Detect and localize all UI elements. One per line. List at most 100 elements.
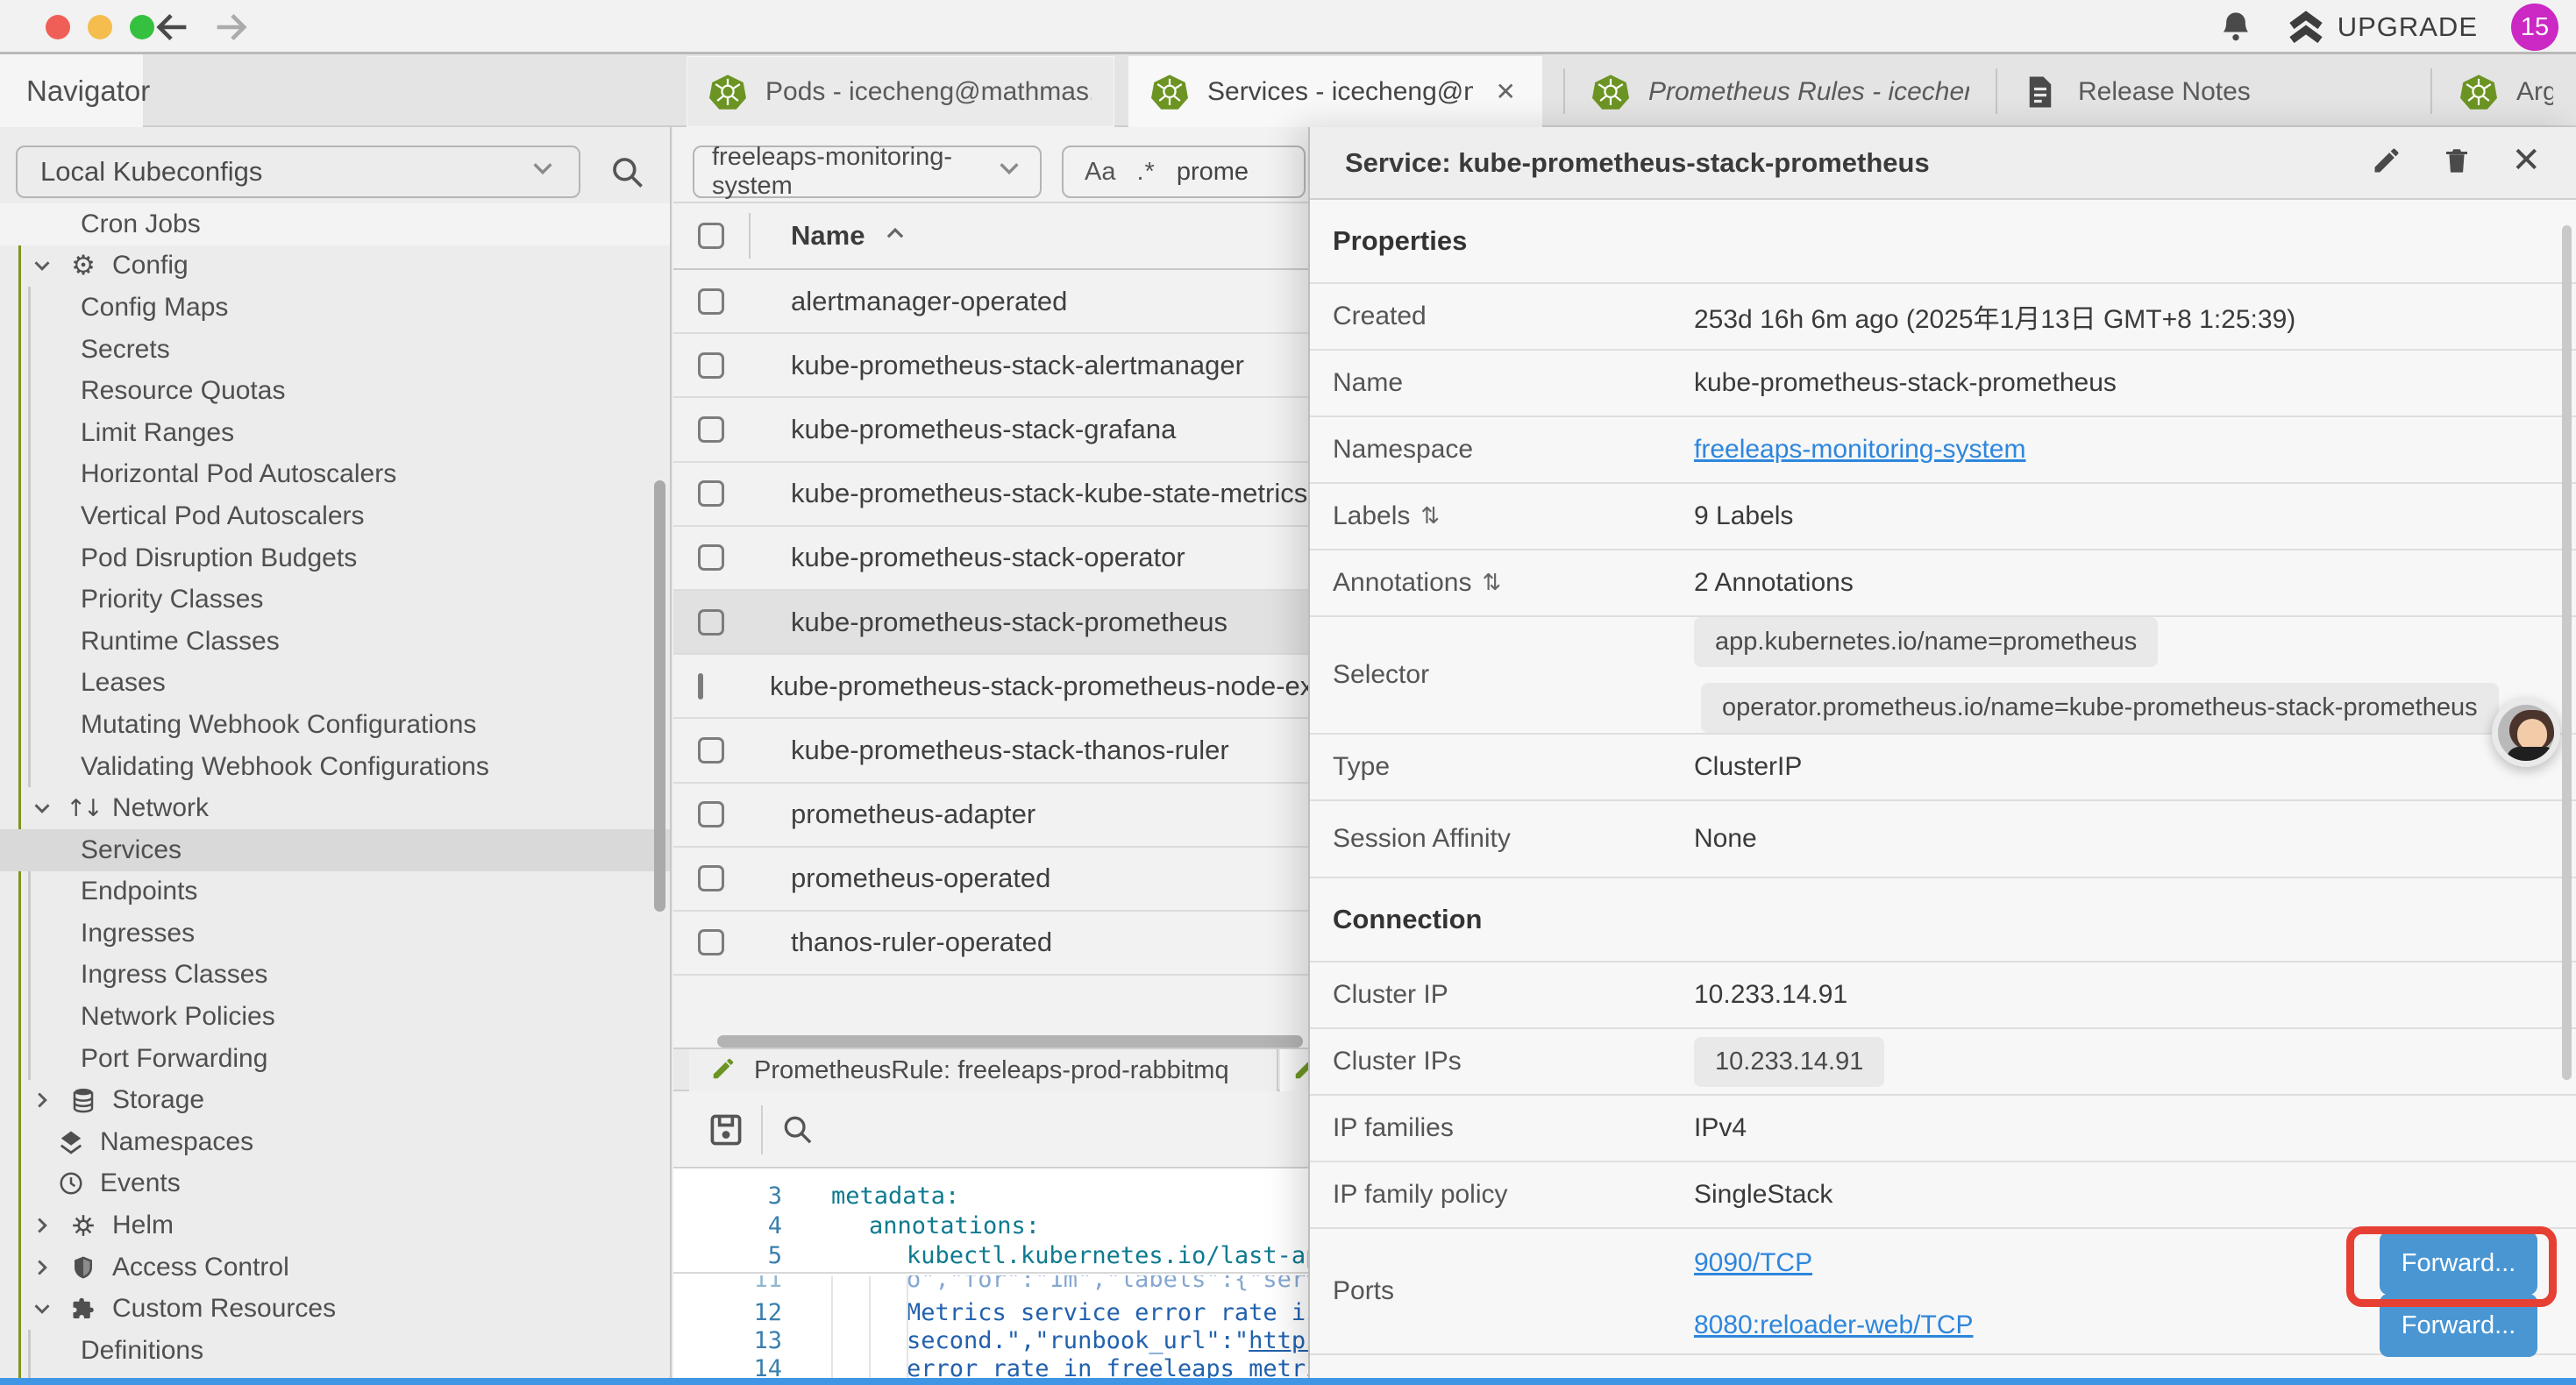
- sidebar-scrollbar[interactable]: [654, 480, 665, 912]
- sidebar-item-secrets[interactable]: Secrets: [0, 329, 672, 371]
- select-all-checkbox[interactable]: [698, 223, 724, 249]
- match-case-toggle[interactable]: Aa: [1085, 158, 1115, 187]
- sort-updown-icon[interactable]: ⇅: [1420, 503, 1440, 529]
- search-icon[interactable]: [608, 153, 647, 192]
- sidebar-item-custom-resources[interactable]: Custom Resources: [0, 1288, 672, 1330]
- tab-argo-se[interactable]: Argo Se: [2437, 56, 2576, 127]
- row-checkbox[interactable]: [698, 544, 724, 571]
- row-checkbox[interactable]: [698, 929, 724, 955]
- sidebar-item-namespaces[interactable]: Namespaces: [0, 1121, 672, 1163]
- table-row-thanos-ruler-operated[interactable]: thanos-ruler-operated: [673, 912, 1308, 976]
- table-row-prometheus-operated[interactable]: prometheus-operated: [673, 848, 1308, 912]
- row-checkbox[interactable]: [698, 352, 724, 379]
- upgrade-button[interactable]: UPGRADE: [2287, 11, 2478, 44]
- forward-icon[interactable]: [210, 7, 251, 47]
- row-checkbox[interactable]: [698, 737, 724, 764]
- sidebar-item-ingresses[interactable]: Ingresses: [0, 913, 672, 955]
- sidebar-item-endpoints[interactable]: Endpoints: [0, 871, 672, 913]
- sidebar-item-access-control[interactable]: Access Control: [0, 1246, 672, 1289]
- list-search-input[interactable]: Aa .* prome: [1062, 146, 1306, 198]
- chevron-right-icon[interactable]: [32, 1090, 54, 1111]
- row-checkbox[interactable]: [698, 609, 724, 636]
- sidebar-item-config[interactable]: ⚙Config: [0, 245, 672, 288]
- delete-trash-icon[interactable]: [2441, 145, 2473, 181]
- sidebar-item-network-policies[interactable]: Network Policies: [0, 996, 672, 1038]
- tab-release-notes[interactable]: Release Notes: [1999, 56, 2427, 127]
- sidebar-item-storage[interactable]: Storage: [0, 1079, 672, 1121]
- table-row-kube-prometheus-stack-thanos-ruler[interactable]: kube-prometheus-stack-thanos-ruler: [673, 719, 1308, 783]
- sidebar-item-leases[interactable]: Leases: [0, 663, 672, 705]
- detail-scrollbar[interactable]: [2562, 225, 2572, 1080]
- regex-toggle[interactable]: .*: [1136, 158, 1155, 187]
- table-row-kube-prometheus-stack-prometheus-node-ex[interactable]: kube-prometheus-stack-prometheus-node-ex…: [673, 655, 1308, 719]
- sidebar-item-runtime-classes[interactable]: Runtime Classes: [0, 621, 672, 663]
- save-icon[interactable]: [707, 1111, 745, 1149]
- yaml-editor[interactable]: 3metadata:4annotations:5kubectl.kubernet…: [673, 1168, 1308, 1378]
- table-row-prometheus-adapter[interactable]: prometheus-adapter: [673, 784, 1308, 848]
- kubeconfig-selector[interactable]: Local Kubeconfigs: [16, 146, 580, 198]
- editor-search-icon[interactable]: [780, 1112, 815, 1147]
- back-icon[interactable]: [153, 7, 193, 47]
- detail-label: Ports: [1333, 1276, 1694, 1306]
- edit-pencil-icon[interactable]: [2371, 145, 2402, 181]
- sidebar-item-definitions[interactable]: Definitions: [0, 1330, 672, 1372]
- chevron-right-icon[interactable]: [32, 1257, 54, 1278]
- tab-pods-icecheng-mathmas[interactable]: Pods - icecheng@mathmas...: [687, 56, 1114, 127]
- table-row-kube-prometheus-stack-operator[interactable]: kube-prometheus-stack-operator: [673, 527, 1308, 591]
- chevron-down-icon[interactable]: [32, 1298, 54, 1319]
- editor-tab-prometheusrule[interactable]: PrometheusRule: freeleaps-prod-rabbitmq: [689, 1049, 1278, 1091]
- table-row-kube-prometheus-stack-prometheus[interactable]: kube-prometheus-stack-prometheus: [673, 591, 1308, 655]
- row-checkbox[interactable]: [698, 288, 724, 315]
- sidebar-item-resource-quotas[interactable]: Resource Quotas: [0, 370, 672, 412]
- chevron-down-icon[interactable]: [32, 798, 54, 819]
- namespace-link[interactable]: freeleaps-monitoring-system: [1694, 435, 2025, 465]
- detail-label: Namespace: [1333, 435, 1694, 465]
- row-checkbox[interactable]: [698, 416, 724, 443]
- notification-count-badge[interactable]: 15: [2511, 4, 2558, 51]
- chevron-down-icon[interactable]: [32, 255, 54, 276]
- sidebar-item-helm[interactable]: Helm: [0, 1204, 672, 1246]
- sidebar-item-ingress-classes[interactable]: Ingress Classes: [0, 955, 672, 997]
- line-number: 11: [673, 1275, 814, 1293]
- port-link[interactable]: 8080:reloader-web/TCP: [1694, 1310, 1974, 1340]
- tab-services-icecheng-math[interactable]: Services - icecheng@math...✕: [1128, 56, 1542, 127]
- table-row-kube-prometheus-stack-kube-state-metrics[interactable]: kube-prometheus-stack-kube-state-metrics: [673, 463, 1308, 527]
- sort-ascending-icon[interactable]: [884, 223, 907, 250]
- notifications-bell-icon[interactable]: [2218, 10, 2253, 45]
- row-checkbox[interactable]: [698, 480, 724, 507]
- sidebar-item-services[interactable]: Services: [0, 829, 672, 871]
- sidebar-item-limit-ranges[interactable]: Limit Ranges: [0, 412, 672, 454]
- sidebar-item-network[interactable]: ↑↓Network: [0, 787, 672, 829]
- close-window-button[interactable]: [46, 15, 70, 39]
- row-checkbox[interactable]: [698, 865, 724, 891]
- port-link[interactable]: 9090/TCP: [1694, 1248, 1812, 1278]
- sidebar-item-port-forwarding[interactable]: Port Forwarding: [0, 1038, 672, 1080]
- sidebar-item-config-maps[interactable]: Config Maps: [0, 287, 672, 329]
- avatar[interactable]: [2492, 699, 2560, 767]
- sort-updown-icon[interactable]: ⇅: [1482, 570, 1501, 596]
- sidebar-item-mutating-webhook-configurations[interactable]: Mutating Webhook Configurations: [0, 704, 672, 746]
- table-row-kube-prometheus-stack-alertmanager[interactable]: kube-prometheus-stack-alertmanager: [673, 334, 1308, 398]
- sidebar-item-pod-disruption-budgets[interactable]: Pod Disruption Budgets: [0, 537, 672, 579]
- upgrade-chevrons-icon: [2287, 11, 2325, 44]
- table-row-kube-prometheus-stack-grafana[interactable]: kube-prometheus-stack-grafana: [673, 398, 1308, 462]
- namespace-filter-select[interactable]: freeleaps-monitoring-system: [693, 146, 1042, 198]
- table-horizontal-scrollbar[interactable]: [717, 1035, 1303, 1048]
- close-icon[interactable]: ✕: [2511, 145, 2541, 181]
- sidebar-item-cron-jobs[interactable]: Cron Jobs: [0, 203, 672, 245]
- row-checkbox[interactable]: [698, 673, 703, 700]
- sidebar-item-validating-webhook-configurations[interactable]: Validating Webhook Configurations: [0, 746, 672, 788]
- row-checkbox[interactable]: [698, 801, 724, 827]
- editor-tab-partial[interactable]: [1280, 1049, 1308, 1091]
- minimize-window-button[interactable]: [88, 15, 112, 39]
- close-tab-icon[interactable]: ✕: [1492, 77, 1519, 106]
- sidebar-item-events[interactable]: Events: [0, 1163, 672, 1205]
- tab-prometheus-rules-icecheng[interactable]: Prometheus Rules - icecheng...: [1569, 56, 1992, 127]
- zoom-window-button[interactable]: [130, 15, 154, 39]
- table-row-alertmanager-operated[interactable]: alertmanager-operated: [673, 270, 1308, 334]
- sidebar-item-vertical-pod-autoscalers[interactable]: Vertical Pod Autoscalers: [0, 495, 672, 537]
- chevron-right-icon[interactable]: [32, 1215, 54, 1236]
- sidebar-item-horizontal-pod-autoscalers[interactable]: Horizontal Pod Autoscalers: [0, 454, 672, 496]
- name-column-header[interactable]: Name: [791, 220, 865, 252]
- sidebar-item-priority-classes[interactable]: Priority Classes: [0, 579, 672, 621]
